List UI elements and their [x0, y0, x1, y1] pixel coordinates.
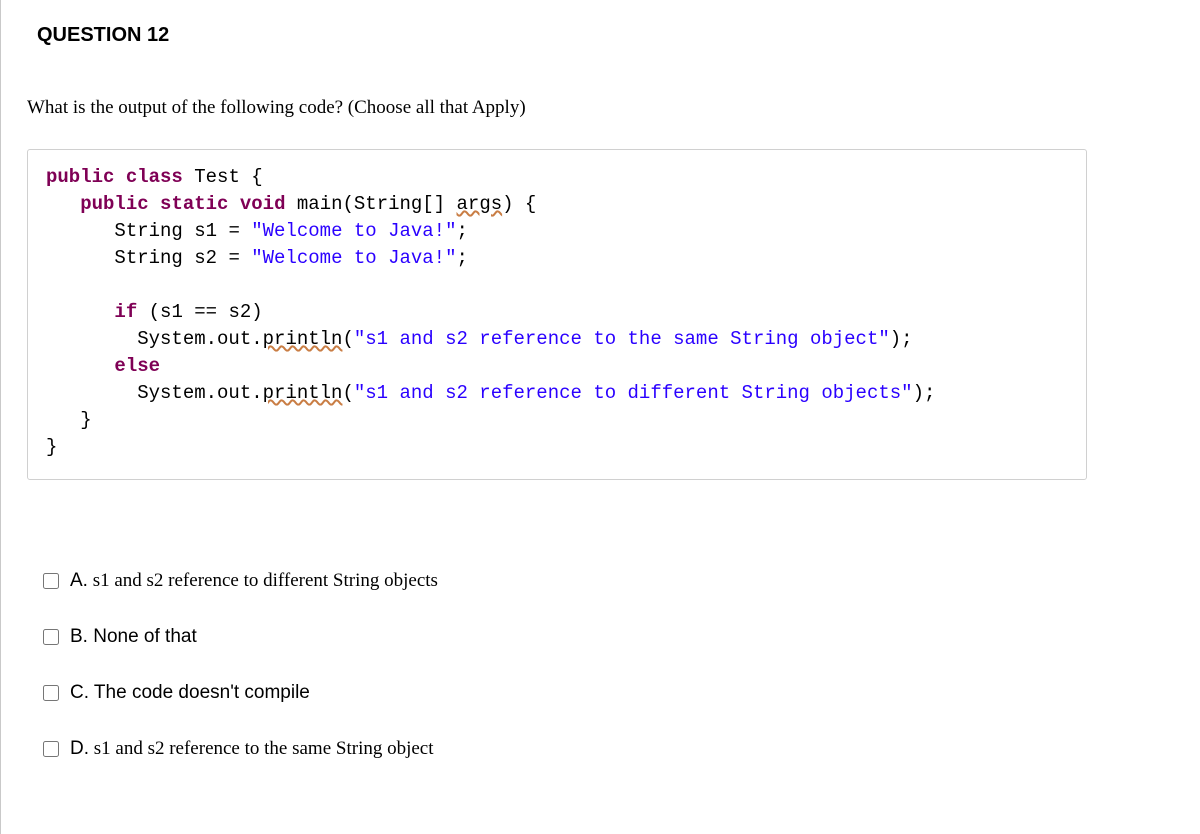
code-content: public class Test { public static void m… — [46, 164, 1068, 461]
answer-letter: C. — [70, 682, 89, 703]
answer-option-d: D. s1 and s2 reference to the same Strin… — [39, 738, 1200, 760]
answer-text: The code doesn't compile — [89, 682, 310, 703]
answer-letter: B. — [70, 626, 88, 647]
answer-text: s1 and s2 reference to the same String o… — [89, 738, 434, 759]
question-container: QUESTION 12 What is the output of the fo… — [0, 0, 1200, 834]
answer-checkbox-d[interactable] — [43, 741, 59, 757]
answer-option-a: A. s1 and s2 reference to different Stri… — [39, 570, 1200, 592]
answer-letter: D. — [70, 738, 89, 759]
answer-option-b: B. None of that — [39, 626, 1200, 648]
answer-checkbox-c[interactable] — [43, 685, 59, 701]
question-prompt: What is the output of the following code… — [27, 97, 1200, 119]
answer-letter: A. — [70, 570, 88, 591]
question-number: QUESTION 12 — [37, 24, 1200, 47]
answer-checkbox-b[interactable] — [43, 629, 59, 645]
answer-text: s1 and s2 reference to different String … — [88, 570, 438, 591]
answer-option-c: C. The code doesn't compile — [39, 682, 1200, 704]
answers-list: A. s1 and s2 reference to different Stri… — [39, 570, 1200, 760]
answer-text: None of that — [88, 626, 197, 647]
answer-checkbox-a[interactable] — [43, 573, 59, 589]
code-block: public class Test { public static void m… — [27, 149, 1087, 480]
